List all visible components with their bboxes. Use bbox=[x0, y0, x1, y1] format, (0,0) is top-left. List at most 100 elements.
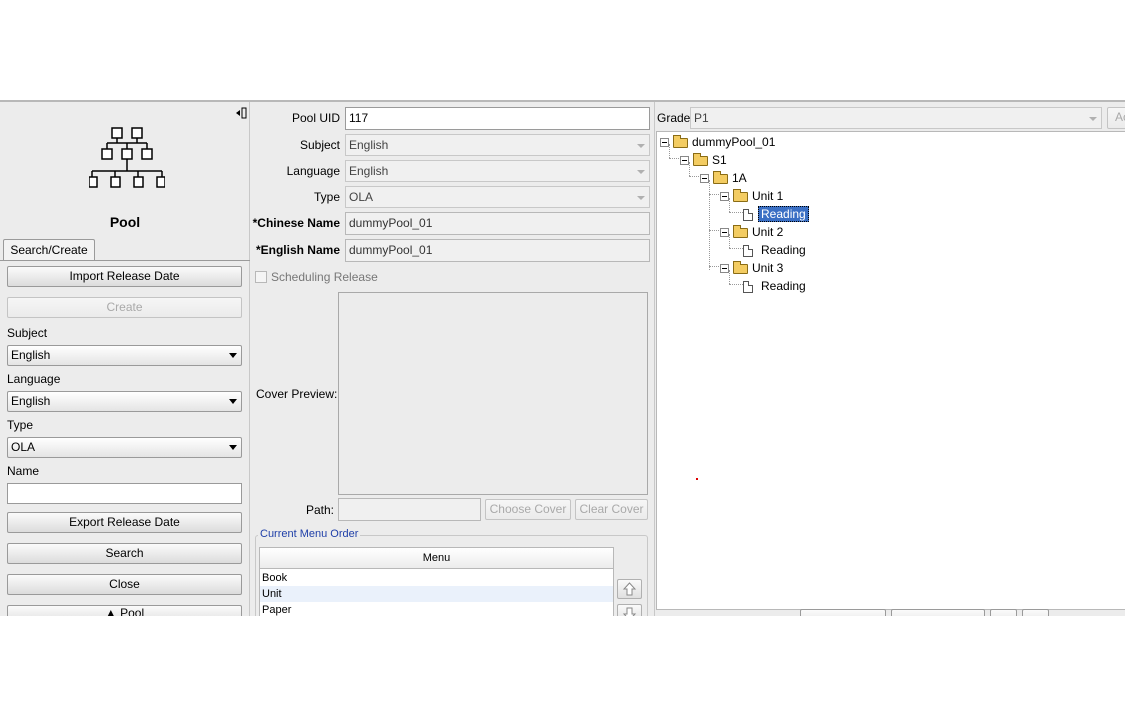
english-name-field[interactable]: dummyPool_01 bbox=[345, 239, 650, 262]
collapse-icon[interactable] bbox=[680, 156, 689, 166]
close-button[interactable]: Close bbox=[7, 574, 242, 595]
search-button[interactable]: Search bbox=[7, 543, 242, 564]
chevron-down-icon bbox=[229, 353, 237, 358]
cover-preview-label: Cover Preview: bbox=[256, 387, 338, 401]
type-label: Type bbox=[7, 418, 34, 432]
collapse-icon[interactable] bbox=[700, 174, 709, 184]
tree-node-1a[interactable]: 1A bbox=[700, 170, 747, 186]
table-row[interactable]: Paper bbox=[260, 602, 613, 616]
tree-node-reading[interactable]: Reading bbox=[743, 242, 809, 258]
type-combo: OLA bbox=[345, 186, 650, 208]
collapse-icon[interactable] bbox=[660, 138, 669, 148]
type-label: Type bbox=[313, 190, 340, 204]
tree-node-label: Reading bbox=[761, 279, 806, 293]
english-name-label: *English Name bbox=[255, 243, 340, 257]
subject-combo-value: English bbox=[349, 138, 389, 152]
tab-body-border bbox=[0, 260, 250, 261]
bottom-button[interactable] bbox=[800, 609, 886, 616]
grade-select-value: P1 bbox=[694, 111, 709, 125]
scheduling-release-label: Scheduling Release bbox=[271, 270, 378, 284]
language-label: Language bbox=[286, 164, 340, 178]
subject-combo: English bbox=[345, 134, 650, 156]
collapse-icon[interactable] bbox=[720, 228, 729, 238]
tree-node-reading[interactable]: Reading bbox=[743, 206, 809, 222]
subject-select[interactable]: English bbox=[7, 345, 242, 366]
clear-cover-button[interactable]: Clear Cover bbox=[575, 499, 648, 520]
language-select[interactable]: English bbox=[7, 391, 242, 412]
move-down-icon[interactable] bbox=[617, 604, 642, 616]
create-button[interactable]: Create bbox=[7, 297, 242, 318]
subject-label: Subject bbox=[7, 326, 48, 340]
file-icon bbox=[743, 280, 753, 293]
chinese-name-label: *Chinese Name bbox=[252, 216, 340, 230]
chevron-down-icon bbox=[637, 196, 645, 200]
grade-label: Grade bbox=[657, 111, 691, 125]
tab-search-create[interactable]: Search/Create bbox=[3, 239, 95, 261]
menu-column-header[interactable]: Menu bbox=[260, 548, 613, 569]
language-combo: English bbox=[345, 160, 650, 182]
export-release-date-button[interactable]: Export Release Date bbox=[7, 512, 242, 533]
chinese-name-field[interactable]: dummyPool_01 bbox=[345, 212, 650, 235]
language-combo-value: English bbox=[349, 164, 389, 178]
bottom-button[interactable] bbox=[1022, 609, 1049, 616]
file-icon bbox=[743, 208, 753, 221]
type-select-value: OLA bbox=[11, 440, 36, 454]
language-label: Language bbox=[7, 372, 61, 386]
tree-node-unit-3[interactable]: Unit 3 bbox=[720, 260, 783, 276]
type-select[interactable]: OLA bbox=[7, 437, 242, 458]
pool-tree: dummyPool_01 S1 1A Unit 1 Reading Unit 2… bbox=[656, 131, 1125, 610]
pool-form: Pool UID 117 Subject English Language En… bbox=[251, 102, 654, 616]
hierarchy-icon bbox=[88, 127, 166, 199]
folder-icon bbox=[713, 170, 728, 184]
collapse-icon[interactable] bbox=[720, 192, 729, 202]
folder-icon bbox=[673, 134, 688, 148]
import-release-date-button[interactable]: Import Release Date bbox=[7, 266, 242, 287]
path-label: Path: bbox=[305, 503, 334, 517]
collapse-icon[interactable] bbox=[720, 264, 729, 274]
pool-section-toggle[interactable]: ▲ Pool bbox=[7, 605, 242, 616]
pool-uid-label: Pool UID bbox=[291, 111, 340, 125]
tree-node-label: Unit 3 bbox=[752, 261, 784, 275]
folder-icon bbox=[733, 260, 748, 274]
bottom-button[interactable] bbox=[990, 609, 1017, 616]
menu-order-table: Menu Book Unit Paper bbox=[259, 547, 614, 616]
tree-node-unit-2[interactable]: Unit 2 bbox=[720, 224, 783, 240]
tree-node-label: Reading bbox=[758, 206, 809, 222]
subject-select-value: English bbox=[11, 348, 51, 362]
folder-icon bbox=[733, 188, 748, 202]
scheduling-release-checkbox[interactable] bbox=[255, 271, 267, 283]
chevron-down-icon bbox=[229, 445, 237, 450]
collapse-panel-icon[interactable] bbox=[236, 107, 248, 119]
add-button[interactable]: Ac bbox=[1107, 107, 1125, 129]
tree-node-reading[interactable]: Reading bbox=[743, 278, 809, 294]
grade-select[interactable]: P1 bbox=[690, 107, 1102, 129]
table-row[interactable]: Unit bbox=[260, 586, 613, 602]
chevron-down-icon bbox=[1089, 117, 1097, 121]
cover-preview-box bbox=[338, 292, 648, 495]
folder-icon bbox=[693, 152, 708, 166]
left-panel: Pool Search/Create Import Release Date C… bbox=[0, 102, 250, 616]
tree-node-s1[interactable]: S1 bbox=[680, 152, 727, 168]
subject-label: Subject bbox=[299, 138, 340, 152]
tree-node-label: Unit 2 bbox=[752, 225, 784, 239]
name-label: Name bbox=[7, 464, 40, 478]
table-row[interactable]: Book bbox=[260, 570, 613, 586]
menu-order-title: Current Menu Order bbox=[258, 528, 361, 540]
move-up-icon[interactable] bbox=[617, 579, 642, 599]
choose-cover-button[interactable]: Choose Cover bbox=[485, 499, 571, 520]
tree-node-label: S1 bbox=[712, 153, 727, 167]
tree-node-root[interactable]: dummyPool_01 bbox=[660, 134, 775, 150]
type-combo-value: OLA bbox=[349, 190, 374, 204]
pool-uid-field[interactable]: 117 bbox=[345, 107, 650, 130]
application-window: Pool Search/Create Import Release Date C… bbox=[0, 100, 1125, 616]
tree-node-label: Unit 1 bbox=[752, 189, 784, 203]
red-dot-artifact bbox=[696, 478, 698, 480]
chevron-down-icon bbox=[229, 399, 237, 404]
language-select-value: English bbox=[11, 394, 51, 408]
name-input[interactable] bbox=[7, 483, 242, 504]
pool-caption: Pool bbox=[109, 214, 141, 230]
path-field[interactable] bbox=[338, 498, 481, 521]
tree-node-unit-1[interactable]: Unit 1 bbox=[720, 188, 783, 204]
bottom-button[interactable] bbox=[891, 609, 985, 616]
chevron-down-icon bbox=[637, 144, 645, 148]
